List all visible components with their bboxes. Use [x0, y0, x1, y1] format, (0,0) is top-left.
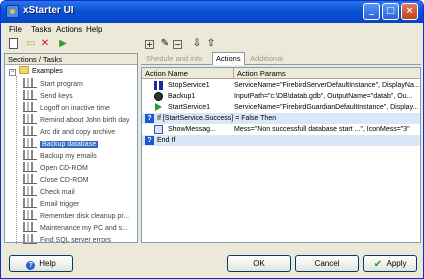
task-icon	[23, 102, 37, 112]
new-icon[interactable]	[9, 38, 18, 49]
run-icon[interactable]: ▶	[57, 38, 69, 50]
table-row-condition[interactable]: ? If [StartService.Success] = False Then	[142, 113, 420, 124]
tree-line	[16, 76, 17, 244]
actions-toolbar: + ✎ − ⇩ ⇧	[141, 37, 421, 52]
tab-strip: Shedule and info Actions Additional	[141, 52, 421, 65]
task-icon	[23, 162, 37, 172]
sections-header: Sections / Tasks	[5, 54, 137, 65]
edit-icon[interactable]: ✎	[159, 38, 171, 50]
tree-item[interactable]: Check mail	[23, 186, 75, 198]
main-window: xStarter UI _ □ × File Tasks Actions Hel…	[0, 0, 424, 279]
ok-button[interactable]: OK	[227, 255, 291, 272]
tree-item[interactable]: Close CD-ROM	[23, 174, 89, 186]
delete-icon[interactable]: ✕	[39, 38, 51, 50]
task-icon	[23, 234, 37, 244]
message-icon	[154, 125, 163, 134]
task-icon	[23, 222, 37, 232]
menu-bar: File Tasks Actions Help	[1, 23, 423, 37]
tree-item-selected[interactable]: Backup database	[23, 138, 99, 150]
grid-header: Action Name Action Params	[142, 68, 420, 79]
tree-item[interactable]: Remind about John birth day	[23, 114, 130, 126]
start-icon	[155, 103, 162, 111]
task-icon	[23, 90, 37, 100]
app-icon	[6, 5, 19, 18]
tree-item[interactable]: Remember disk cleanup pr...	[23, 210, 129, 222]
sections-tasks-panel: Sections / Tasks − Examples Start program…	[4, 53, 138, 246]
add-icon[interactable]: +	[145, 40, 154, 49]
task-icon	[23, 114, 37, 124]
help-button[interactable]: ? Help	[9, 255, 73, 272]
tree-item[interactable]: Logoff on inactive time	[23, 102, 110, 114]
table-row[interactable]: StartService1 ServiceName="FirebirdGuard…	[142, 102, 420, 113]
tree-item[interactable]: Open CD-ROM	[23, 162, 88, 174]
backup-icon	[154, 92, 163, 101]
remove-icon[interactable]: −	[173, 40, 182, 49]
col-action-params[interactable]: Action Params	[234, 68, 420, 79]
tree-item[interactable]: Backup my emails	[23, 150, 97, 162]
move-down-icon[interactable]: ⇩	[191, 38, 203, 50]
tree-item[interactable]: Start program	[23, 78, 83, 90]
task-icon	[23, 210, 37, 220]
menu-tasks[interactable]: Tasks	[31, 25, 51, 34]
stop-icon	[154, 81, 163, 90]
tab-actions[interactable]: Actions	[212, 52, 245, 65]
move-up-icon[interactable]: ⇧	[205, 38, 217, 50]
task-detail-panel: + ✎ − ⇩ ⇧ Shedule and info Actions Addit…	[141, 37, 421, 243]
collapse-icon[interactable]: −	[9, 69, 16, 76]
task-icon	[23, 126, 37, 136]
table-row[interactable]: StopService1 ServiceName="FirebirdServer…	[142, 80, 420, 91]
tree-root-label: Examples	[32, 68, 63, 75]
task-icon	[23, 186, 37, 196]
window-title: xStarter UI	[23, 5, 74, 16]
close-button[interactable]: ×	[401, 3, 418, 20]
col-action-name[interactable]: Action Name	[142, 68, 234, 79]
maximize-button[interactable]: □	[382, 3, 399, 20]
tree-item[interactable]: Maintenance my PC and s...	[23, 222, 128, 234]
checkmark-icon: ✔	[373, 259, 383, 270]
title-bar[interactable]: xStarter UI _ □ ×	[1, 1, 423, 23]
task-icon	[23, 198, 37, 208]
tab-schedule[interactable]: Shedule and info	[143, 53, 205, 65]
task-icon	[23, 150, 37, 160]
table-row[interactable]: ShowMessag... Mess="Non successfull data…	[142, 124, 420, 135]
task-icon	[23, 78, 37, 88]
tree-root-examples[interactable]: − Examples	[9, 66, 63, 78]
task-icon	[23, 174, 37, 184]
tree-item[interactable]: Email trigger	[23, 198, 79, 210]
table-row[interactable]: Backup1 InputPath="c:\DB\datab.gdb", Out…	[142, 91, 420, 102]
tree-item[interactable]: Send keys	[23, 90, 73, 102]
tree-item[interactable]: Find SQL server errors	[23, 234, 111, 246]
table-row-condition[interactable]: ? End If	[142, 135, 420, 146]
cancel-button[interactable]: Cancel	[295, 255, 359, 272]
tree-item[interactable]: Arc dir and copy archive	[23, 126, 115, 138]
dialog-buttons: ? Help OK Cancel ✔ Apply	[1, 249, 423, 278]
actions-grid: Action Name Action Params StopService1 S…	[141, 67, 421, 243]
apply-button[interactable]: ✔ Apply	[363, 255, 417, 272]
folder-icon	[19, 66, 29, 74]
menu-help[interactable]: Help	[86, 25, 102, 34]
menu-actions[interactable]: Actions	[56, 25, 82, 34]
condition-icon: ?	[145, 114, 154, 123]
menu-file[interactable]: File	[9, 25, 22, 34]
open-icon[interactable]: ▭	[25, 38, 37, 50]
help-icon: ?	[26, 261, 36, 270]
minimize-button[interactable]: _	[363, 3, 380, 20]
task-icon	[23, 138, 37, 148]
condition-icon: ?	[145, 136, 154, 145]
tab-additional[interactable]: Additional	[247, 53, 286, 65]
